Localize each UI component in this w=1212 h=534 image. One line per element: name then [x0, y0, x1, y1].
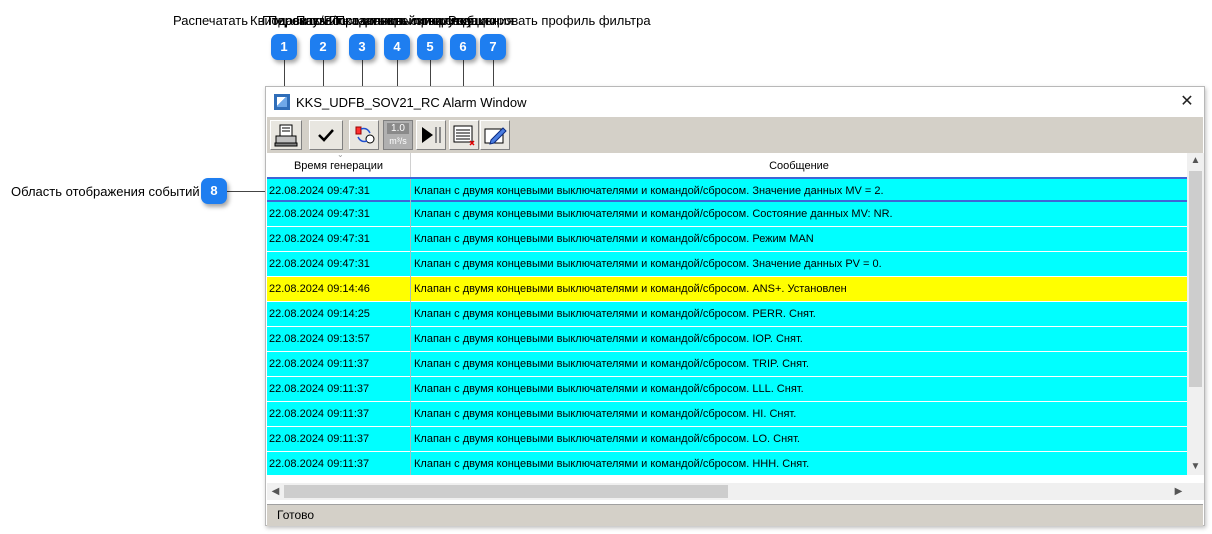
cell-time: 22.08.2024 09:14:25 [269, 308, 370, 320]
cell-message: Клапан с двумя концевыми выключателями и… [414, 308, 816, 320]
cell-message: Клапан с двумя концевыми выключателями и… [414, 185, 884, 197]
acknowledge-button[interactable] [309, 120, 343, 150]
close-button[interactable]: ✕ [1176, 91, 1198, 113]
table-row[interactable]: 22.08.2024 09:13:57 Клапан с двумя концев… [267, 327, 1187, 352]
edit-pencil-icon [484, 127, 507, 145]
cell-message: Клапан с двумя концевыми выключателями и… [414, 283, 847, 295]
cell-time: 22.08.2024 09:47:31 [269, 233, 370, 245]
cell-time: 22.08.2024 09:11:37 [269, 408, 370, 420]
column-separator [410, 302, 411, 327]
table-row[interactable]: 22.08.2024 09:47:31 Клапан с двумя концев… [267, 202, 1187, 227]
callout-badge-5: 5 [417, 34, 443, 60]
list-properties-icon [453, 125, 475, 146]
scroll-right-icon[interactable]: ▶ [1170, 483, 1187, 500]
table-row[interactable]: 22.08.2024 09:11:37 Клапан с двумя концев… [267, 452, 1187, 475]
column-separator [410, 327, 411, 352]
table-header: ⌄ Время генерации Сообщение [267, 150, 1187, 178]
cell-time: 22.08.2024 09:47:31 [269, 258, 370, 270]
leader-line-8 [227, 191, 267, 192]
cell-time: 22.08.2024 09:11:37 [269, 458, 370, 470]
vertical-scrollbar[interactable]: ▲ ▼ [1187, 153, 1204, 475]
cell-message: Клапан с двумя концевыми выключателями и… [414, 208, 893, 220]
callout-badge-6: 6 [450, 34, 476, 60]
callout-label-filter: Редактировать профиль фильтра [448, 13, 651, 28]
window-title: KKS_UDFB_SOV21_RC Alarm Window [296, 95, 527, 110]
cell-time: 22.08.2024 09:47:31 [269, 185, 370, 197]
units-toggle-button[interactable]: 1.0 m³/s [383, 120, 413, 150]
cell-message: Клапан с двумя концевыми выключателями и… [414, 358, 809, 370]
callout-badge-3: 3 [349, 34, 375, 60]
units-value: 1.0 [387, 123, 409, 134]
column-separator [410, 377, 411, 402]
edit-filter-button[interactable] [480, 120, 510, 150]
cell-time: 22.08.2024 09:11:37 [269, 383, 370, 395]
column-separator [410, 427, 411, 452]
callout-label-print: Распечатать [173, 13, 249, 28]
pause-scroll-button[interactable] [416, 120, 446, 150]
column-separator [410, 277, 411, 302]
cell-message: Клапан с двумя концевыми выключателями и… [414, 233, 814, 245]
cell-message: Клапан с двумя концевыми выключателями и… [414, 258, 882, 270]
table-row[interactable]: 22.08.2024 09:47:31 Клапан с двумя концев… [267, 252, 1187, 277]
units-label: m³/s [389, 136, 407, 146]
table-row[interactable]: 22.08.2024 09:11:37 Клапан с двумя концев… [267, 427, 1187, 452]
column-header-time-label: Время генерации [293, 160, 384, 172]
checkmark-icon [318, 129, 334, 142]
table-row[interactable]: 22.08.2024 09:47:31 Клапан с двумя концев… [267, 177, 1187, 204]
horizontal-scroll-thumb[interactable] [284, 485, 728, 498]
title-bar[interactable]: KKS_UDFB_SOV21_RC Alarm Window ✕ [266, 87, 1204, 117]
scroll-left-icon[interactable]: ◀ [267, 483, 284, 500]
cell-time: 22.08.2024 09:13:57 [269, 333, 370, 345]
scroll-up-icon[interactable]: ▲ [1187, 153, 1204, 169]
horizontal-scrollbar[interactable]: ◀ ▶ [267, 483, 1187, 500]
event-area-label: Область отображения событий [11, 184, 200, 199]
table-row[interactable]: 22.08.2024 09:14:46 Клапан с двумя концев… [267, 277, 1187, 302]
callout-badge-2: 2 [310, 34, 336, 60]
message-properties-button[interactable] [449, 120, 479, 150]
cell-time: 22.08.2024 09:14:46 [269, 283, 370, 295]
table-row[interactable]: 22.08.2024 09:11:37 Клапан с двумя концев… [267, 402, 1187, 427]
cell-time: 22.08.2024 09:11:37 [269, 433, 370, 445]
callout-badge-1: 1 [271, 34, 297, 60]
print-button[interactable] [270, 120, 302, 150]
column-separator [410, 227, 411, 252]
vertical-scroll-thumb[interactable] [1189, 171, 1202, 387]
printer-icon [274, 124, 298, 147]
cell-message: Клапан с двумя концевыми выключателями и… [414, 458, 810, 470]
play-pause-icon [422, 127, 441, 143]
status-text: Готово [277, 508, 315, 522]
callout-badge-8: 8 [201, 178, 227, 204]
column-separator [410, 202, 411, 227]
scrollbar-corner [1187, 483, 1204, 500]
column-separator [410, 252, 411, 277]
column-separator [410, 452, 411, 475]
column-header-message-label: Сообщение [769, 160, 829, 172]
callout-badge-7: 7 [480, 34, 506, 60]
event-list: 22.08.2024 09:47:31 Клапан с двумя концев… [267, 177, 1187, 475]
cell-message: Клапан с двумя концевыми выключателями и… [414, 408, 797, 420]
column-separator [410, 352, 411, 377]
table-row[interactable]: 22.08.2024 09:47:31 Клапан с двумя концев… [267, 227, 1187, 252]
column-separator [410, 402, 411, 427]
status-bar: Готово [267, 504, 1203, 526]
alarm-bell-icon [355, 126, 375, 144]
alarm-window: KKS_UDFB_SOV21_RC Alarm Window ✕ 1.0 m³/… [265, 86, 1205, 526]
table-row[interactable]: 22.08.2024 09:11:37 Клапан с двумя концев… [267, 377, 1187, 402]
scroll-down-icon[interactable]: ▼ [1187, 459, 1204, 475]
cell-message: Клапан с двумя концевыми выключателями и… [414, 333, 803, 345]
column-separator [410, 179, 411, 204]
callout-badge-4: 4 [384, 34, 410, 60]
table-row[interactable]: 22.08.2024 09:11:37 Клапан с двумя концев… [267, 352, 1187, 377]
column-header-message[interactable]: Сообщение [411, 153, 1187, 177]
table-row[interactable]: 22.08.2024 09:14:25 Клапан с двумя концев… [267, 302, 1187, 327]
app-icon [274, 94, 290, 110]
cell-message: Клапан с двумя концевыми выключателями и… [414, 383, 804, 395]
cell-time: 22.08.2024 09:11:37 [269, 358, 370, 370]
toolbar: 1.0 m³/s [267, 117, 1203, 153]
cell-time: 22.08.2024 09:47:31 [269, 208, 370, 220]
suppress-alarm-button[interactable] [349, 120, 379, 150]
sort-descending-icon: ⌄ [337, 150, 344, 159]
column-header-time[interactable]: ⌄ Время генерации [267, 150, 411, 177]
cell-message: Клапан с двумя концевыми выключателями и… [414, 433, 800, 445]
